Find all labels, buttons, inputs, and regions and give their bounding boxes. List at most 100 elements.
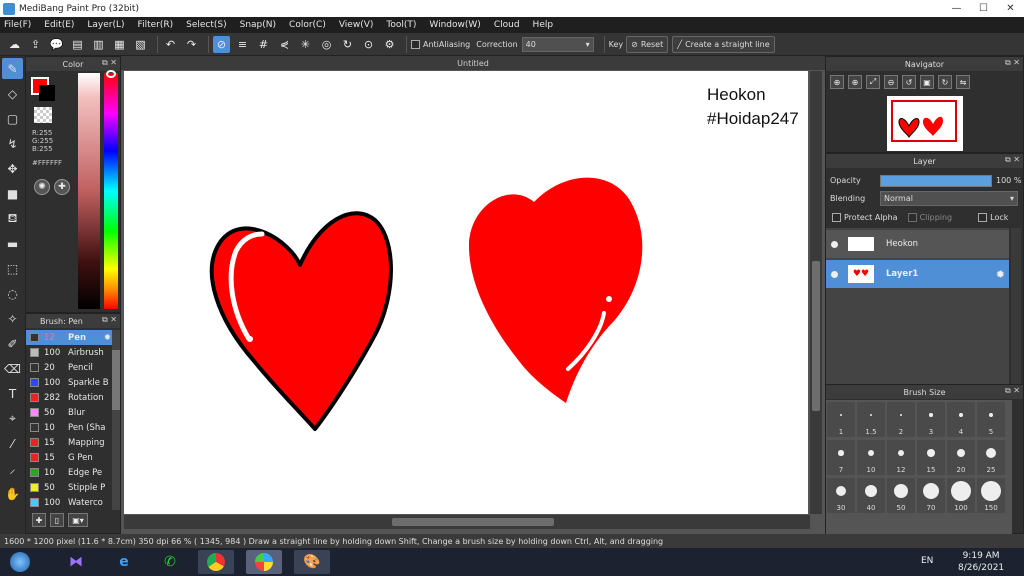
panel-controls-icon[interactable]: ⧉ ✕ xyxy=(102,315,117,325)
brush-size-cell[interactable]: 20 xyxy=(947,440,975,475)
snap-settings-icon[interactable]: ⚙ xyxy=(381,36,398,53)
taskbar-medibang[interactable] xyxy=(246,550,282,574)
maximize-button[interactable]: ☐ xyxy=(970,0,997,16)
select-lasso-tool-icon[interactable]: ◌ xyxy=(2,283,23,304)
palette-icon[interactable]: ✺ xyxy=(34,179,50,195)
brush-size-cell[interactable]: 30 xyxy=(827,478,855,513)
visibility-toggle[interactable] xyxy=(831,270,838,278)
brush-size-cell[interactable]: 1.5 xyxy=(857,402,885,437)
brush-size-cell[interactable]: 25 xyxy=(977,440,1005,475)
magic-wand-tool-icon[interactable]: ✧ xyxy=(2,308,23,329)
gear-icon[interactable]: ✹ xyxy=(104,333,111,343)
brush-item[interactable]: 50 Blur xyxy=(26,405,114,420)
taskbar-visual-studio[interactable]: ⧓ xyxy=(58,550,94,574)
close-button[interactable]: ✕ xyxy=(997,0,1024,16)
taskbar-chrome[interactable] xyxy=(198,550,234,574)
gear-icon[interactable]: ✹ xyxy=(996,268,1005,281)
brush-list-scrollbar[interactable] xyxy=(112,330,120,510)
menu-edit[interactable]: Edit(E) xyxy=(44,20,74,30)
fill-shape-tool-icon[interactable]: ■ xyxy=(2,183,23,204)
panel-controls-icon[interactable]: ⧉ ✕ xyxy=(1005,58,1020,68)
brush-item[interactable]: 15 Mapping xyxy=(26,435,114,450)
menu-layer[interactable]: Layer(L) xyxy=(87,20,124,30)
layout-icon[interactable]: ▦ xyxy=(111,36,128,53)
hue-slider[interactable] xyxy=(104,73,118,309)
menu-tool[interactable]: Tool(T) xyxy=(386,20,416,30)
layer-scrollbar[interactable] xyxy=(1011,228,1021,398)
menu-snap[interactable]: Snap(N) xyxy=(240,20,276,30)
brush-size-cell[interactable]: 15 xyxy=(917,440,945,475)
panel-controls-icon[interactable]: ⧉ ✕ xyxy=(1005,155,1020,165)
brush-item[interactable]: 15 G Pen xyxy=(26,450,114,465)
zoom-out-icon[interactable]: ⊖ xyxy=(884,75,898,89)
brush-size-cell[interactable]: 40 xyxy=(857,478,885,513)
brush-item[interactable]: 20 Pencil xyxy=(26,360,114,375)
panel-controls-icon[interactable]: ⧉ ✕ xyxy=(1005,386,1020,396)
snap-circle-icon[interactable]: ◎ xyxy=(318,36,335,53)
drawing-canvas[interactable]: Heokon #Hoidap247 xyxy=(124,71,808,514)
brush-size-cell[interactable]: 70 xyxy=(917,478,945,513)
lock-checkbox[interactable] xyxy=(978,213,988,222)
brush-size-cell[interactable]: 1 xyxy=(827,402,855,437)
operation-tool-icon[interactable]: ⌖ xyxy=(2,408,23,429)
taskbar-internet-explorer[interactable]: e xyxy=(106,550,142,574)
undo-icon[interactable]: ↶ xyxy=(162,36,179,53)
select-rect-tool-icon[interactable]: ⬚ xyxy=(2,258,23,279)
clipping-checkbox[interactable] xyxy=(907,213,917,222)
brush-item[interactable]: 10 Pen (Sha xyxy=(26,420,114,435)
hue-handle[interactable] xyxy=(106,70,116,78)
taskbar-app-green[interactable]: ✆ xyxy=(152,550,188,574)
visibility-toggle[interactable] xyxy=(831,240,838,248)
brush-size-cell[interactable]: 7 xyxy=(827,440,855,475)
brush-tool-icon[interactable]: ✎ xyxy=(2,58,23,79)
text-tool-icon[interactable]: T xyxy=(2,383,23,404)
background-color-swatch[interactable] xyxy=(39,85,55,101)
snap-radial-icon[interactable]: ✳ xyxy=(297,36,314,53)
snap-perspective-icon[interactable]: ⋞ xyxy=(276,36,293,53)
brush-size-cell[interactable]: 12 xyxy=(887,440,915,475)
language-indicator[interactable]: EN xyxy=(921,556,933,566)
start-button[interactable] xyxy=(2,550,38,574)
vertical-scrollbar[interactable] xyxy=(810,71,822,514)
menu-filter[interactable]: Filter(R) xyxy=(138,20,174,30)
rotate-left-icon[interactable]: ↺ xyxy=(902,75,916,89)
navigator-thumbnail[interactable] xyxy=(887,96,963,151)
grid-icon[interactable]: ▧ xyxy=(132,36,149,53)
brush-menu-icon[interactable]: ▣▾ xyxy=(68,513,88,527)
panel-controls-icon[interactable]: ⧉ ✕ xyxy=(102,58,117,68)
eraser-tool-icon[interactable]: ◇ xyxy=(2,83,23,104)
select-pen-tool-icon[interactable]: ✐ xyxy=(2,333,23,354)
brightness-gradient[interactable] xyxy=(78,73,100,309)
flip-icon[interactable]: ⇋ xyxy=(956,75,970,89)
snap-off-icon[interactable]: ⊘ xyxy=(213,35,230,53)
straight-line-button[interactable]: ╱ Create a straight line xyxy=(672,35,775,53)
chat-icon[interactable]: ▤ xyxy=(69,36,86,53)
horizontal-scrollbar[interactable] xyxy=(124,515,810,529)
snap-grid-icon[interactable]: # xyxy=(255,36,272,53)
move-tool-icon[interactable]: ✥ xyxy=(2,158,23,179)
layer-row-layer1[interactable]: ♥♥ Layer1 ✹ xyxy=(826,260,1009,288)
snap-curve-icon[interactable]: ↻ xyxy=(339,36,356,53)
rect-select-tool-icon[interactable]: ▢ xyxy=(2,108,23,129)
blending-select[interactable]: Normal ▾ xyxy=(880,191,1018,206)
antialiasing-checkbox[interactable] xyxy=(411,39,420,49)
redo-icon[interactable]: ↷ xyxy=(183,36,200,53)
select-eraser-tool-icon[interactable]: ⌫ xyxy=(2,358,23,379)
palette-add-icon[interactable]: ✚ xyxy=(54,179,70,195)
actual-size-icon[interactable]: ▣ xyxy=(920,75,934,89)
share-icon[interactable]: ⇪ xyxy=(27,36,44,53)
menu-cloud[interactable]: Cloud xyxy=(494,20,520,30)
gradient-tool-icon[interactable]: ▬ xyxy=(2,233,23,254)
document-tab[interactable]: Untitled xyxy=(121,56,825,70)
layer-row-heokon[interactable]: Heokon xyxy=(826,230,1009,258)
menu-window[interactable]: Window(W) xyxy=(429,20,480,30)
cloud-icon[interactable]: ☁ xyxy=(6,36,23,53)
system-clock[interactable]: 9:19 AM 8/26/2021 xyxy=(958,550,1004,574)
eyedropper-tool-icon[interactable]: ⁄ xyxy=(2,433,23,454)
opacity-slider[interactable] xyxy=(880,175,992,187)
brush-size-cell[interactable]: 2 xyxy=(887,402,915,437)
rotate-right-icon[interactable]: ↻ xyxy=(938,75,952,89)
document-icon[interactable]: ▥ xyxy=(90,36,107,53)
snap-parallel-icon[interactable]: ≡ xyxy=(234,36,251,53)
brush-item[interactable]: 100 Sparkle B xyxy=(26,375,114,390)
